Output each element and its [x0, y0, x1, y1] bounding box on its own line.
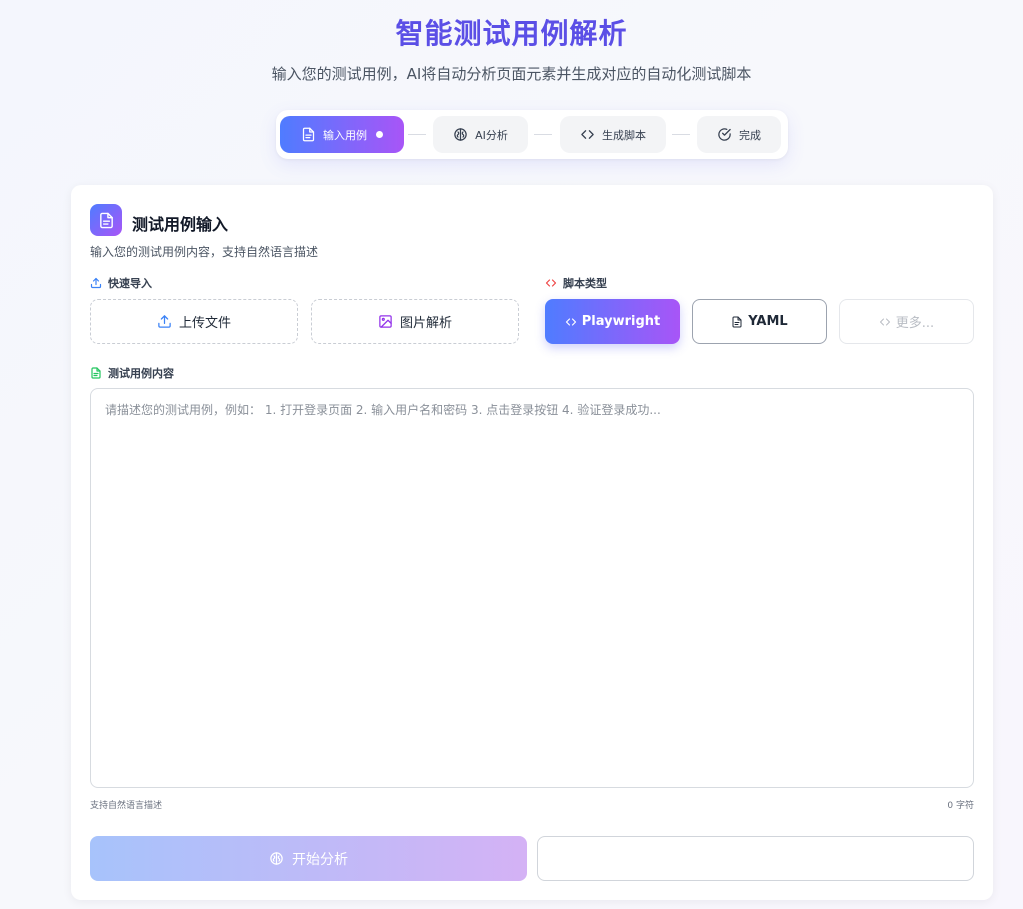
- content-label: 测试用例内容: [90, 365, 174, 381]
- image-icon: [379, 315, 392, 328]
- script-type-more[interactable]: 更多...: [839, 299, 974, 344]
- image-parse-button[interactable]: 图片解析: [311, 299, 519, 344]
- brain-icon: [270, 852, 283, 865]
- step-label: 输入用例: [323, 128, 367, 142]
- active-dot: [376, 131, 383, 138]
- document-icon: [99, 212, 113, 228]
- brain-icon: [454, 128, 467, 141]
- progress-stepper: 输入用例 AI分析 生成脚本 完成: [276, 110, 788, 159]
- script-type-yaml[interactable]: YAML: [692, 299, 827, 344]
- card-icon: [90, 204, 122, 236]
- step-generate-script[interactable]: 生成脚本: [560, 116, 666, 153]
- script-type-playwright[interactable]: Playwright: [545, 299, 680, 344]
- char-count: 0 字符: [947, 801, 974, 811]
- card-title: 测试用例输入: [132, 215, 229, 234]
- upload-file-button[interactable]: 上传文件: [90, 299, 298, 344]
- code-icon: [879, 318, 890, 325]
- code-icon: [581, 130, 594, 139]
- check-circle-icon: [718, 128, 731, 141]
- document-icon: [302, 127, 315, 142]
- quick-import-label: 快速导入: [90, 275, 152, 291]
- test-case-input-card: 测试用例输入 输入您的测试用例内容，支持自然语言描述 快速导入 上传文件 图片解…: [71, 185, 993, 900]
- code-icon: [565, 317, 576, 326]
- code-icon: [545, 279, 557, 287]
- file-icon: [732, 316, 742, 327]
- step-label: 生成脚本: [602, 128, 646, 142]
- file-text-icon: [91, 367, 101, 379]
- step-complete[interactable]: 完成: [697, 116, 781, 153]
- step-input-case[interactable]: 输入用例: [280, 116, 404, 153]
- page-title: 智能测试用例解析: [395, 17, 628, 50]
- page-subtitle: 输入您的测试用例，AI将自动分析页面元素并生成对应的自动化测试脚本: [271, 65, 752, 83]
- upload-icon: [90, 277, 102, 289]
- upload-icon: [158, 315, 171, 328]
- secondary-action-button[interactable]: [537, 836, 974, 881]
- step-ai-analysis[interactable]: AI分析: [433, 116, 528, 153]
- card-description: 输入您的测试用例内容，支持自然语言描述: [90, 245, 319, 259]
- start-analysis-button[interactable]: 开始分析: [90, 836, 527, 881]
- test-case-textarea[interactable]: [90, 388, 974, 788]
- step-label: AI分析: [475, 128, 508, 142]
- input-hint: 支持自然语言描述: [90, 801, 163, 811]
- script-type-label: 脚本类型: [545, 275, 607, 291]
- step-label: 完成: [739, 128, 761, 142]
